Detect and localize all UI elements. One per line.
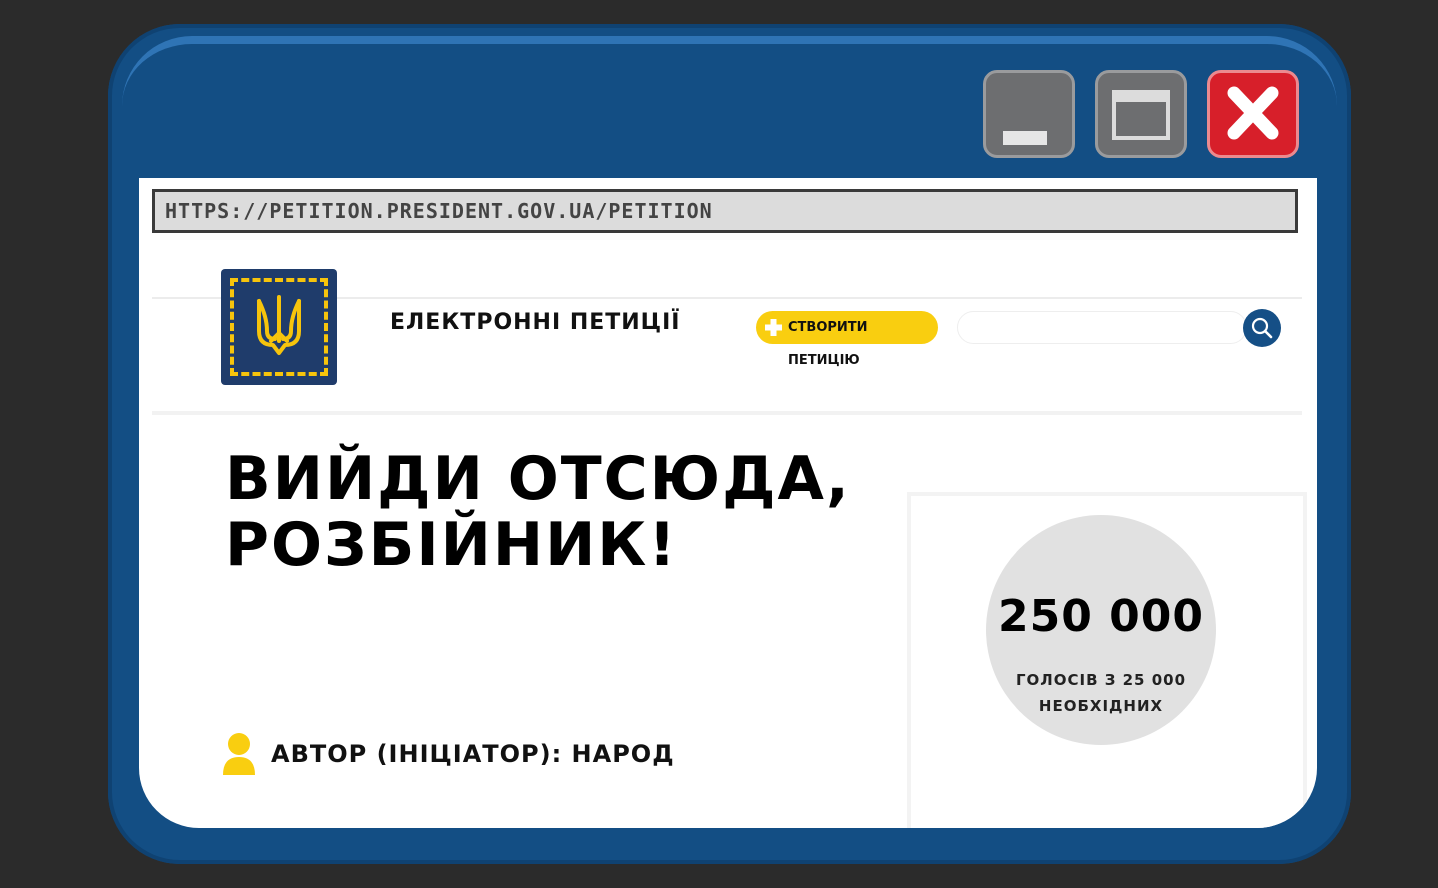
maximize-icon — [1112, 90, 1170, 140]
page-content: HTTPS://PETITION.PRESIDENT.GOV.UA/PETITI… — [139, 178, 1317, 828]
trident-emblem-icon[interactable] — [221, 269, 337, 385]
site-title[interactable]: ЕЛЕКТРОННІ ПЕТИЦІЇ — [390, 310, 680, 335]
create-petition-label: СТВОРИТИ ПЕТИЦІЮ — [788, 320, 868, 368]
author-label: АВТОР (ІНІЦІАТОР): НАРОД — [271, 740, 675, 768]
search-button[interactable] — [1243, 309, 1281, 347]
search-icon — [1251, 317, 1273, 339]
petition-title: ВИЙДИ ОТСЮДА, РОЗБІЙНИК! — [225, 444, 851, 580]
author-line: АВТОР (ІНІЦІАТОР): НАРОД — [221, 731, 675, 777]
trident-icon — [257, 295, 301, 355]
person-icon — [223, 733, 255, 775]
close-icon — [1227, 86, 1279, 140]
plus-icon — [765, 319, 782, 336]
search-input[interactable] — [957, 311, 1247, 344]
header-divider — [152, 411, 1302, 415]
signature-circle: 250 000 ГОЛОСІВ З 25 000 НЕОБХІДНИХ — [986, 515, 1216, 745]
vote-count: 250 000 — [997, 591, 1204, 642]
create-petition-button[interactable]: СТВОРИТИ ПЕТИЦІЮ — [756, 311, 938, 368]
address-bar[interactable]: HTTPS://PETITION.PRESIDENT.GOV.UA/PETITI… — [152, 189, 1298, 233]
minimize-icon — [1003, 131, 1047, 145]
minimize-button[interactable] — [983, 70, 1075, 158]
close-button[interactable] — [1207, 70, 1299, 158]
vote-caption: ГОЛОСІВ З 25 000 НЕОБХІДНИХ — [1015, 671, 1187, 715]
signature-stats-card: 250 000 ГОЛОСІВ З 25 000 НЕОБХІДНИХ — [911, 496, 1303, 828]
maximize-button[interactable] — [1095, 70, 1187, 158]
